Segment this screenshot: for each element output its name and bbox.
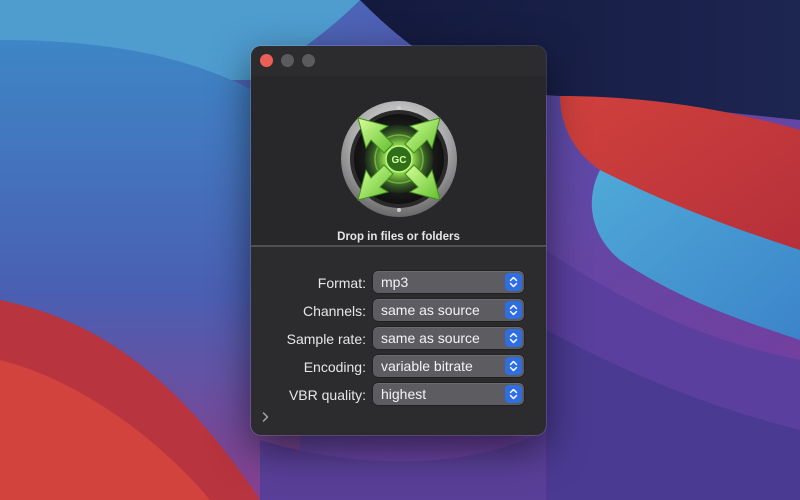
vbr-quality-row: VBR quality: highest — [251, 383, 546, 407]
encoding-popup[interactable]: variable bitrate — [373, 355, 524, 377]
sample-rate-value: same as source — [381, 330, 480, 346]
up-down-chevron-icon — [505, 357, 522, 375]
vbr-quality-label: VBR quality: — [288, 387, 366, 403]
close-button[interactable] — [260, 54, 273, 67]
up-down-chevron-icon — [505, 301, 522, 319]
sample-rate-popup[interactable]: same as source — [373, 327, 524, 349]
up-down-chevron-icon — [505, 329, 522, 347]
svg-text:GC: GC — [392, 155, 407, 166]
minimize-button[interactable] — [281, 54, 294, 67]
drop-zone[interactable]: GC Drop in files or folders — [251, 76, 546, 246]
chevron-right-icon — [262, 412, 269, 422]
title-bar[interactable] — [251, 46, 546, 74]
format-popup[interactable]: mp3 — [373, 271, 524, 293]
encoding-label: Encoding: — [303, 359, 366, 375]
format-value: mp3 — [381, 274, 409, 290]
format-row: Format: mp3 — [251, 271, 546, 295]
channels-row: Channels: same as source — [251, 299, 546, 323]
encoding-value: variable bitrate — [381, 358, 473, 374]
divider — [251, 245, 546, 247]
zoom-button[interactable] — [302, 54, 315, 67]
channels-label: Channels: — [302, 303, 366, 319]
sample-rate-label: Sample rate: — [286, 331, 366, 347]
sample-rate-row: Sample rate: same as source — [251, 327, 546, 351]
disclosure-button[interactable] — [260, 410, 272, 424]
up-down-chevron-icon — [505, 385, 522, 403]
encoding-row: Encoding: variable bitrate — [251, 355, 546, 379]
channels-popup[interactable]: same as source — [373, 299, 524, 321]
format-label: Format: — [317, 275, 366, 291]
audio-converter-app-icon: GC — [341, 101, 457, 217]
channels-value: same as source — [381, 302, 480, 318]
up-down-chevron-icon — [505, 273, 522, 291]
drop-label: Drop in files or folders — [337, 231, 460, 243]
converter-window: GC Drop in files or folders Format: mp3 — [251, 46, 546, 435]
vbr-quality-popup[interactable]: highest — [373, 383, 524, 405]
vbr-quality-value: highest — [381, 386, 427, 402]
